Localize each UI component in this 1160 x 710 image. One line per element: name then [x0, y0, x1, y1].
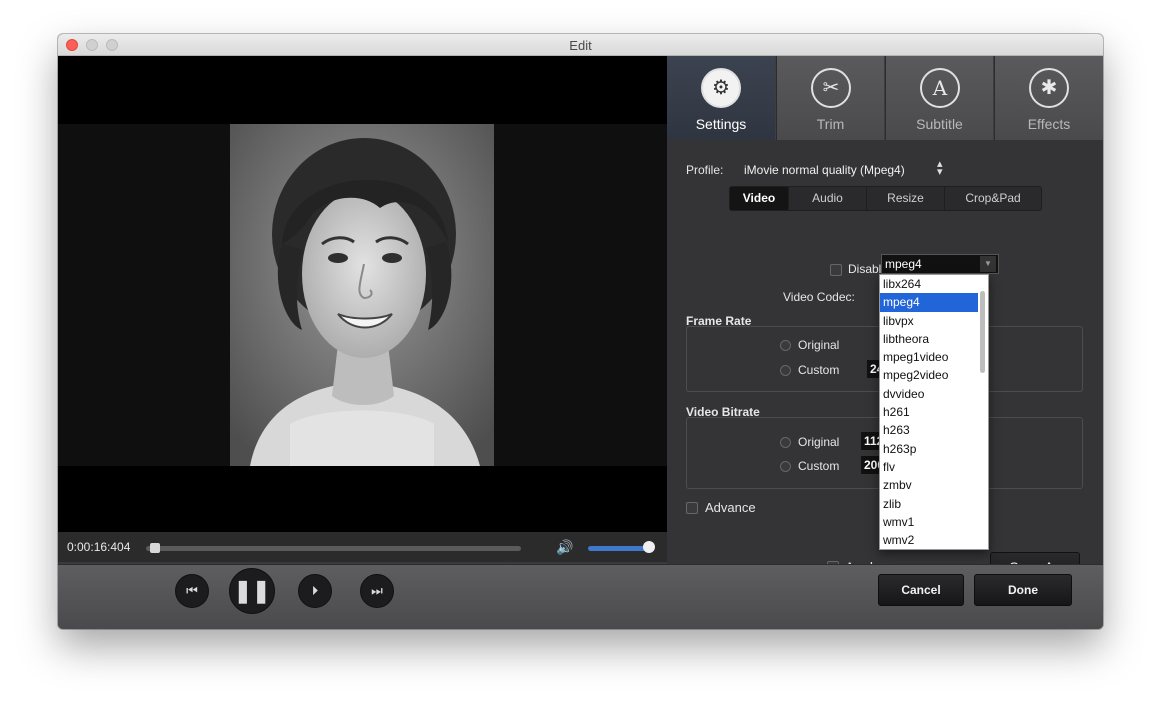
- dropdown-scrollbar[interactable]: [980, 291, 985, 373]
- subtab-resize[interactable]: Resize: [866, 187, 944, 210]
- video-preview: [58, 56, 667, 532]
- seek-bar-area: 0:00:16:404 🔊: [58, 532, 667, 562]
- skip-forward-icon: ⏭: [371, 583, 383, 598]
- frame-rate-original-radio[interactable]: [780, 340, 791, 351]
- subtab-video[interactable]: Video: [730, 187, 788, 210]
- timecode: 0:00:16:404: [67, 540, 131, 554]
- frame-rate-custom-radio[interactable]: [780, 365, 791, 376]
- done-button[interactable]: Done: [974, 574, 1072, 606]
- edit-tab-bar: ⚙ Settings ✂ Trim A Subtitle ✱ Effects: [667, 56, 1103, 140]
- subtab-crop-pad[interactable]: Crop&Pad: [944, 187, 1041, 210]
- scissors-icon: ✂: [811, 68, 851, 108]
- profile-select[interactable]: iMovie normal quality (Mpeg4): [744, 163, 905, 177]
- tab-settings[interactable]: ⚙ Settings: [667, 56, 775, 140]
- codec-option-h263[interactable]: h263: [880, 421, 988, 439]
- window-title: Edit: [569, 38, 592, 53]
- skip-to-start-button[interactable]: ⏮: [175, 574, 209, 608]
- tab-subtitle[interactable]: A Subtitle: [885, 56, 993, 140]
- seek-slider-track[interactable]: [146, 546, 521, 551]
- video-codec-dropdown-list: libx264 mpeg4 libvpx libtheora mpeg1video mpe…: [879, 274, 989, 550]
- profile-stepper-icon[interactable]: ▴ ▾: [937, 159, 943, 178]
- codec-option-h263p[interactable]: h263p: [880, 440, 988, 458]
- tab-trim[interactable]: ✂ Trim: [776, 56, 884, 140]
- volume-icon[interactable]: 🔊: [556, 539, 573, 556]
- skip-to-end-button[interactable]: ⏭: [360, 574, 394, 608]
- bitrate-original-label: Original: [798, 435, 840, 449]
- frame-rate-original-label: Original: [798, 338, 840, 352]
- bitrate-original-field[interactable]: 112: [861, 432, 881, 450]
- frame-rate-custom-label: Custom: [798, 363, 840, 377]
- step-forward-button[interactable]: ⏵: [298, 574, 332, 608]
- codec-option-h261[interactable]: h261: [880, 403, 988, 421]
- tab-subtitle-label: Subtitle: [916, 116, 963, 132]
- gear-icon: ⚙: [701, 68, 741, 108]
- magic-wand-icon: ✱: [1029, 68, 1069, 108]
- edit-window: Edit 0:00:16:404 🔊 ⚙ Settings ✂ Trim A S…: [58, 34, 1103, 629]
- skip-back-icon: ⏮: [186, 583, 198, 598]
- subtab-audio[interactable]: Audio: [788, 187, 866, 210]
- codec-option-wmv2[interactable]: wmv2: [880, 531, 988, 549]
- codec-option-libtheora[interactable]: libtheora: [880, 330, 988, 348]
- codec-option-zmbv[interactable]: zmbv: [880, 476, 988, 494]
- disable-video-checkbox[interactable]: [830, 264, 842, 276]
- chevron-down-icon[interactable]: ▼: [980, 256, 996, 272]
- letter-a-icon: A: [920, 68, 960, 108]
- cancel-button[interactable]: Cancel: [878, 574, 964, 606]
- bitrate-original-radio[interactable]: [780, 437, 791, 448]
- video-codec-value: mpeg4: [885, 257, 922, 271]
- tab-trim-label: Trim: [816, 116, 845, 132]
- bitrate-custom-label: Custom: [798, 459, 840, 473]
- pause-button[interactable]: ❚❚: [229, 568, 275, 614]
- codec-option-mpeg4[interactable]: mpeg4: [880, 293, 978, 312]
- step-forward-icon: ⏵: [311, 583, 319, 598]
- advance-label: Advance: [705, 500, 756, 515]
- codec-option-dvvideo[interactable]: dvvideo: [880, 385, 988, 403]
- video-codec-label: Video Codec:: [783, 290, 855, 304]
- volume-slider-knob[interactable]: [642, 541, 655, 553]
- codec-option-libvpx[interactable]: libvpx: [880, 312, 988, 330]
- video-frame-image: [230, 124, 494, 466]
- seek-slider-knob[interactable]: [149, 543, 160, 553]
- codec-option-libx264[interactable]: libx264: [880, 275, 988, 293]
- video-codec-select[interactable]: mpeg4 ▼: [881, 254, 999, 274]
- title-bar: Edit: [58, 34, 1103, 56]
- codec-option-flv[interactable]: flv: [880, 458, 988, 476]
- tab-settings-label: Settings: [695, 116, 747, 132]
- settings-subtab-bar: Video Audio Resize Crop&Pad: [729, 186, 1042, 211]
- advance-checkbox[interactable]: [686, 502, 698, 514]
- codec-option-zlib[interactable]: zlib: [880, 495, 988, 513]
- edit-settings-panel: ⚙ Settings ✂ Trim A Subtitle ✱ Effects P…: [667, 56, 1103, 582]
- profile-label: Profile:: [686, 163, 724, 177]
- codec-option-mpeg1video[interactable]: mpeg1video: [880, 348, 988, 366]
- tab-effects[interactable]: ✱ Effects: [994, 56, 1103, 140]
- bitrate-custom-field[interactable]: 200: [861, 456, 881, 474]
- codec-option-wmv1[interactable]: wmv1: [880, 513, 988, 531]
- bitrate-custom-radio[interactable]: [780, 461, 791, 472]
- tab-effects-label: Effects: [1027, 116, 1071, 132]
- player-control-bar: ⏮ ❚❚ ⏵ ⏭ Cancel Done: [58, 564, 1103, 629]
- pause-icon: ❚❚: [233, 578, 271, 603]
- codec-option-mpeg2video[interactable]: mpeg2video: [880, 366, 988, 384]
